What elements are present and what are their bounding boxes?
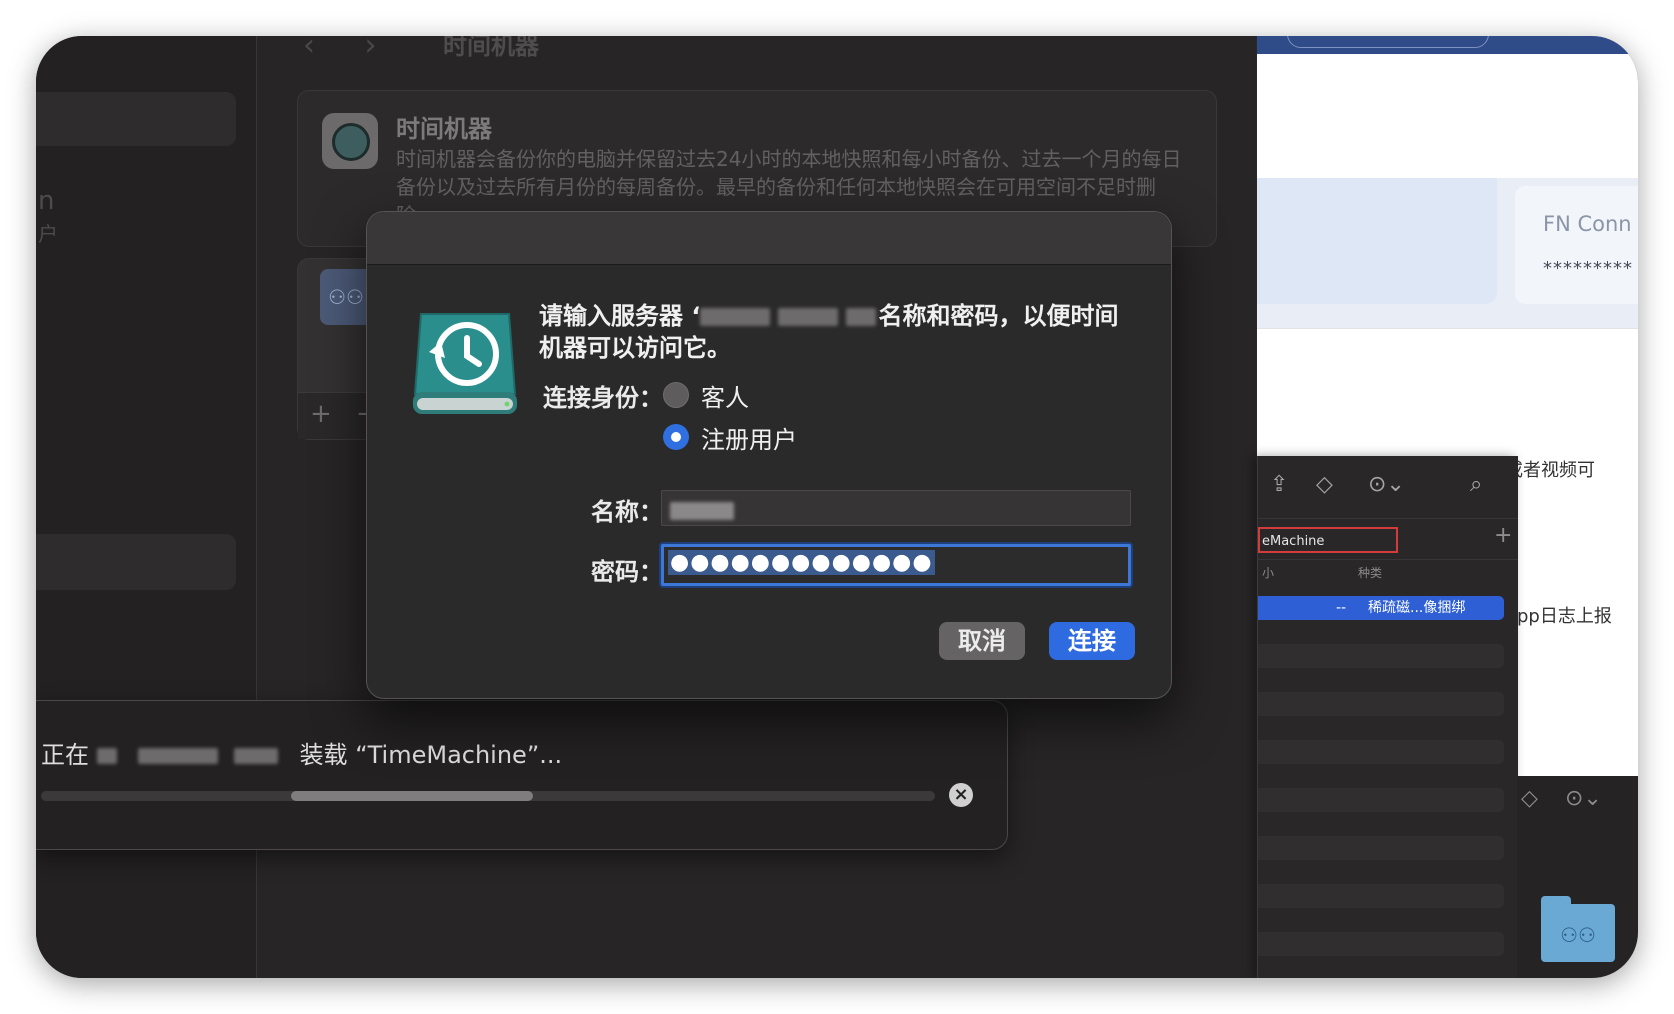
finder-empty-row (1258, 692, 1504, 716)
mount-progress-bar (41, 791, 935, 801)
finder-tab-timemachine[interactable]: eMachine (1258, 527, 1398, 553)
finder-empty-row (1258, 740, 1504, 764)
sidebar-search-field[interactable] (36, 92, 236, 146)
radio-guest[interactable] (663, 382, 689, 408)
name-input[interactable] (661, 490, 1131, 526)
add-disk-button[interactable]: + (310, 399, 332, 429)
finder-window-2: ◇ ⊙⌄ ⚇⚇ (1517, 776, 1638, 978)
more-actions-icon[interactable]: ⊙⌄ (1368, 472, 1405, 497)
finder-selected-row[interactable]: -- 稀疏磁...像捆绑 (1258, 596, 1504, 620)
row-size: -- (1336, 600, 1347, 616)
name-label: 名称： (591, 498, 663, 526)
finder-empty-row (1258, 788, 1504, 812)
time-machine-card-title: 时间机器 (396, 115, 492, 143)
mount-progress-fill (291, 791, 533, 801)
finder-empty-row (1258, 932, 1504, 956)
fn-connect-title: FN Conn (1543, 212, 1632, 236)
redacted-server-name (138, 748, 219, 764)
column-kind[interactable]: 种类 (1358, 564, 1382, 581)
sidebar-account-subtitle: 户 (38, 222, 58, 246)
radio-registered-user[interactable] (663, 424, 689, 450)
finder-window: ⇪ ◇ ⊙⌄ ⌕ eMachine + 小 种类 -- 稀疏磁...像捆绑 (1257, 456, 1518, 978)
forward-arrow-icon[interactable]: › (365, 36, 377, 63)
search-icon[interactable]: ⌕ (1470, 472, 1482, 497)
web-banner-card (1257, 178, 1497, 304)
back-arrow-icon[interactable]: ‹ (303, 36, 315, 63)
radio-registered-user-label[interactable]: 注册用户 (701, 420, 797, 455)
web-panel: FN Conn ********* (1257, 178, 1638, 328)
mount-status-prefix: 正在 (41, 741, 89, 769)
connect-as-label: 连接身份： (543, 384, 663, 412)
web-content-area (1257, 328, 1638, 439)
finder-toolbar: ⇪ ◇ ⊙⌄ ⌕ (1258, 456, 1518, 518)
time-machine-login-dialog: 请输入服务器 ‘名称和密码，以便时间机器可以访问它。 连接身份： 客人 注册用户… (366, 211, 1172, 699)
cancel-mount-button[interactable]: × (949, 783, 973, 807)
fn-connect-masked-value: ********* (1543, 258, 1633, 279)
more-actions-icon[interactable]: ⊙⌄ (1565, 786, 1602, 811)
redacted-server-address (846, 308, 877, 326)
fn-connect-card[interactable]: FN Conn ********* (1515, 186, 1638, 304)
time-machine-drive-icon (413, 313, 517, 414)
sidebar-item-selected[interactable] (36, 534, 236, 590)
redacted-server-name (96, 748, 117, 764)
dialog-prompt-start: 请输入服务器 ‘ (539, 302, 701, 330)
redacted-server-address (700, 308, 771, 326)
finder-empty-row (1258, 644, 1504, 668)
desktop-frame: n 户 ‹ › 时间机器 时间机器 时间机器会备份你的电脑并保留过去24小时的本… (36, 36, 1638, 978)
mount-progress-window: 正在 装载 “TimeMachine”... × (36, 700, 1008, 850)
dialog-prompt: 请输入服务器 ‘名称和密码，以便时间机器可以访问它。 (539, 300, 1139, 364)
time-machine-icon (322, 113, 378, 169)
row-kind: 稀疏磁...像捆绑 (1368, 600, 1466, 616)
mount-status-suffix: 装载 “TimeMachine”... (299, 741, 563, 769)
web-text-line-2: pp日志上报 (1517, 606, 1612, 627)
finder-tab-bar: eMachine + (1258, 518, 1518, 560)
name-input-value (670, 497, 734, 521)
nav-arrows: ‹ › (303, 36, 417, 63)
dialog-titlebar (367, 212, 1171, 265)
redacted-server-name (233, 748, 278, 764)
finder-empty-row (1258, 836, 1504, 860)
network-drive-icon[interactable]: ⚇⚇ (320, 269, 372, 325)
share-icon[interactable]: ⇪ (1270, 472, 1288, 497)
password-input-value: ●●●●●●●●●●●●● (668, 550, 935, 575)
password-label: 密码： (591, 558, 663, 586)
redacted-server-address (778, 308, 839, 326)
connect-button[interactable]: 连接 (1049, 622, 1135, 660)
finder-column-headers: 小 种类 (1258, 560, 1518, 584)
mount-status-text: 正在 装载 “TimeMachine”... (41, 735, 562, 770)
tag-icon[interactable]: ◇ (1521, 786, 1538, 811)
shared-folder-icon[interactable]: ⚇⚇ (1541, 904, 1615, 962)
radio-guest-label[interactable]: 客人 (701, 378, 749, 413)
new-tab-button[interactable]: + (1494, 523, 1512, 548)
browser-tab[interactable] (1287, 36, 1489, 48)
sidebar-account-name: n (38, 186, 55, 216)
settings-page-title: 时间机器 (443, 36, 539, 60)
tag-icon[interactable]: ◇ (1316, 472, 1333, 497)
browser-topbar (1257, 36, 1638, 54)
cancel-button[interactable]: 取消 (939, 622, 1025, 660)
column-size[interactable]: 小 (1262, 564, 1274, 581)
password-input[interactable]: ●●●●●●●●●●●●● (661, 544, 1131, 586)
finder-empty-row (1258, 884, 1504, 908)
